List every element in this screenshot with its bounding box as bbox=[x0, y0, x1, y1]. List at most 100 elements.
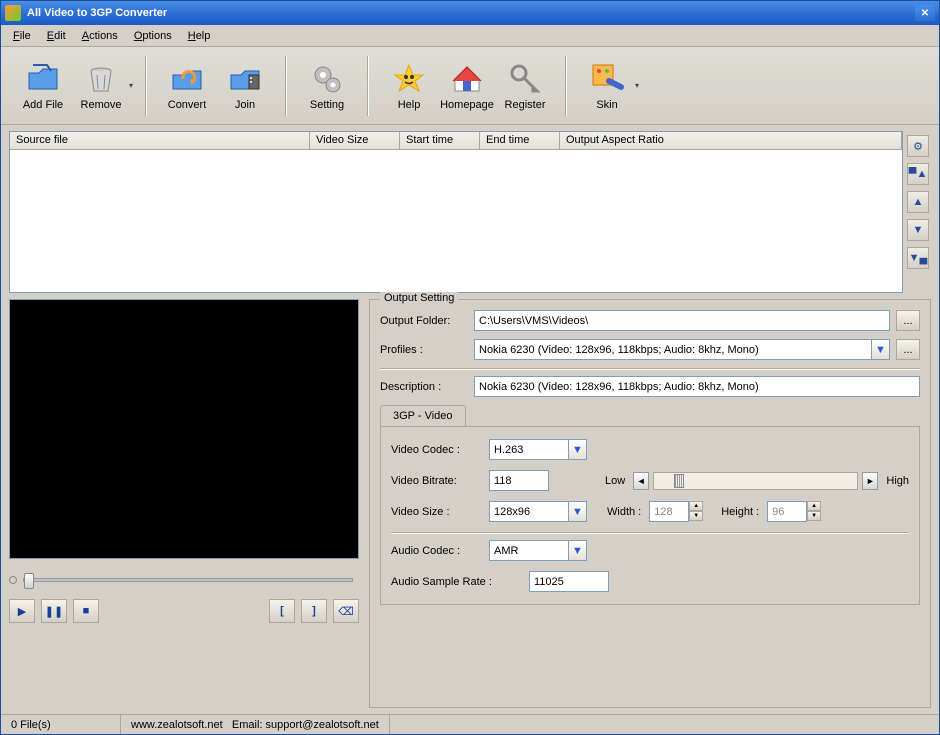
status-file-count: 0 File(s) bbox=[1, 715, 121, 734]
audio-codec-combo[interactable] bbox=[489, 540, 569, 561]
homepage-button[interactable]: Homepage bbox=[439, 54, 495, 118]
pause-icon: ❚❚ bbox=[45, 605, 63, 618]
video-size-dropdown[interactable]: ▼ bbox=[569, 501, 587, 522]
stop-icon: ■ bbox=[83, 605, 90, 617]
app-icon bbox=[5, 5, 21, 21]
video-preview bbox=[9, 299, 359, 559]
eraser-icon: ⌫ bbox=[338, 605, 354, 618]
skin-dropdown-icon[interactable]: ▾ bbox=[635, 81, 639, 90]
video-codec-combo[interactable] bbox=[489, 439, 569, 460]
remove-button[interactable]: Remove bbox=[73, 54, 129, 118]
tab-body: Video Codec : ▼ Video Bitrate: Low bbox=[380, 426, 920, 605]
menu-edit[interactable]: Edit bbox=[39, 28, 74, 44]
height-up[interactable]: ▲ bbox=[807, 501, 821, 511]
list-body[interactable] bbox=[10, 150, 902, 292]
clear-marks-button[interactable]: ⌫ bbox=[333, 599, 359, 623]
list-header: Source file Video Size Start time End ti… bbox=[10, 132, 902, 150]
bracket-right-icon: ] bbox=[312, 605, 316, 617]
remove-dropdown-icon[interactable]: ▾ bbox=[129, 81, 133, 90]
bitrate-slider[interactable] bbox=[653, 472, 858, 490]
menubar: File Edit Actions Options Help bbox=[1, 25, 939, 47]
close-button[interactable]: ✕ bbox=[915, 5, 935, 21]
file-list[interactable]: Source file Video Size Start time End ti… bbox=[9, 131, 903, 293]
bitrate-inc-button[interactable]: ► bbox=[862, 472, 878, 490]
mark-out-button[interactable]: ] bbox=[301, 599, 327, 623]
menu-help[interactable]: Help bbox=[180, 28, 219, 44]
seek-start-icon bbox=[9, 576, 17, 584]
status-url: www.zealotsoft.net Email: support@zealot… bbox=[121, 715, 390, 734]
add-file-button[interactable]: Add File bbox=[15, 54, 71, 118]
audio-codec-dropdown[interactable]: ▼ bbox=[569, 540, 587, 561]
width-up[interactable]: ▲ bbox=[689, 501, 703, 511]
setting-button[interactable]: Setting bbox=[299, 54, 355, 118]
bracket-left-icon: [ bbox=[280, 605, 284, 617]
width-input[interactable] bbox=[649, 501, 689, 522]
audio-sample-label: Audio Sample Rate : bbox=[391, 576, 521, 588]
description-input[interactable] bbox=[474, 376, 920, 397]
titlebar: All Video to 3GP Converter ✕ bbox=[1, 1, 939, 25]
play-button[interactable]: ▶ bbox=[9, 599, 35, 623]
col-start[interactable]: Start time bbox=[400, 132, 480, 150]
menu-options[interactable]: Options bbox=[126, 28, 180, 44]
move-up-icon: ▲ bbox=[913, 196, 924, 208]
bitrate-thumb[interactable] bbox=[674, 474, 684, 488]
seek-thumb[interactable] bbox=[24, 573, 34, 589]
output-folder-input[interactable] bbox=[474, 310, 890, 331]
height-input[interactable] bbox=[767, 501, 807, 522]
bitrate-dec-button[interactable]: ◄ bbox=[633, 472, 649, 490]
skin-icon bbox=[589, 61, 625, 97]
col-source[interactable]: Source file bbox=[10, 132, 310, 150]
height-label: Height : bbox=[721, 506, 759, 518]
profiles-label: Profiles : bbox=[380, 344, 468, 356]
video-codec-label: Video Codec : bbox=[391, 444, 481, 456]
move-down-button[interactable]: ▼ bbox=[907, 219, 929, 241]
browse-folder-button[interactable]: ... bbox=[896, 310, 920, 331]
move-bottom-button[interactable]: ▼▄ bbox=[907, 247, 929, 269]
stop-button[interactable]: ■ bbox=[73, 599, 99, 623]
move-top-icon: ▀▲ bbox=[909, 168, 928, 180]
join-button[interactable]: Join bbox=[217, 54, 273, 118]
move-down-icon: ▼ bbox=[913, 224, 924, 236]
height-down[interactable]: ▼ bbox=[807, 511, 821, 521]
bitrate-low-label: Low bbox=[605, 475, 625, 487]
move-up-button[interactable]: ▲ bbox=[907, 191, 929, 213]
help-button[interactable]: Help bbox=[381, 54, 437, 118]
tab-3gp-video[interactable]: 3GP - Video bbox=[380, 405, 466, 426]
col-end[interactable]: End time bbox=[480, 132, 560, 150]
video-bitrate-label: Video Bitrate: bbox=[391, 475, 481, 487]
pause-button[interactable]: ❚❚ bbox=[41, 599, 67, 623]
profiles-browse-button[interactable]: ... bbox=[896, 339, 920, 360]
trash-icon bbox=[83, 61, 119, 97]
toolbar: Add File Remove ▾ Convert Join Setting bbox=[1, 47, 939, 125]
video-size-label: Video Size : bbox=[391, 506, 481, 518]
video-codec-dropdown[interactable]: ▼ bbox=[569, 439, 587, 460]
star-help-icon bbox=[391, 61, 427, 97]
video-size-combo[interactable] bbox=[489, 501, 569, 522]
home-icon bbox=[449, 61, 485, 97]
output-setting-group: Output Setting Output Folder: ... Profil… bbox=[369, 299, 931, 708]
register-button[interactable]: Register bbox=[497, 54, 553, 118]
folder-add-icon bbox=[25, 61, 61, 97]
profiles-dropdown-button[interactable]: ▼ bbox=[872, 339, 890, 360]
profiles-combo[interactable] bbox=[474, 339, 872, 360]
move-top-button[interactable]: ▀▲ bbox=[907, 163, 929, 185]
col-aspect[interactable]: Output Aspect Ratio bbox=[560, 132, 902, 150]
col-vsize[interactable]: Video Size bbox=[310, 132, 400, 150]
mark-in-button[interactable]: [ bbox=[269, 599, 295, 623]
seek-slider[interactable] bbox=[23, 578, 353, 582]
video-bitrate-input[interactable] bbox=[489, 470, 549, 491]
chevron-down-icon: ▼ bbox=[572, 545, 583, 557]
bitrate-high-label: High bbox=[886, 475, 909, 487]
audio-sample-input[interactable] bbox=[529, 571, 609, 592]
width-down[interactable]: ▼ bbox=[689, 511, 703, 521]
chevron-down-icon: ▼ bbox=[875, 344, 886, 356]
gear-small-icon: ⚙ bbox=[913, 140, 923, 153]
menu-actions[interactable]: Actions bbox=[74, 28, 126, 44]
convert-button[interactable]: Convert bbox=[159, 54, 215, 118]
skin-button[interactable]: Skin bbox=[579, 54, 635, 118]
audio-codec-label: Audio Codec : bbox=[391, 545, 481, 557]
play-icon: ▶ bbox=[18, 605, 26, 618]
list-options-button[interactable]: ⚙ bbox=[907, 135, 929, 157]
menu-file[interactable]: File bbox=[5, 28, 39, 44]
convert-icon bbox=[169, 61, 205, 97]
